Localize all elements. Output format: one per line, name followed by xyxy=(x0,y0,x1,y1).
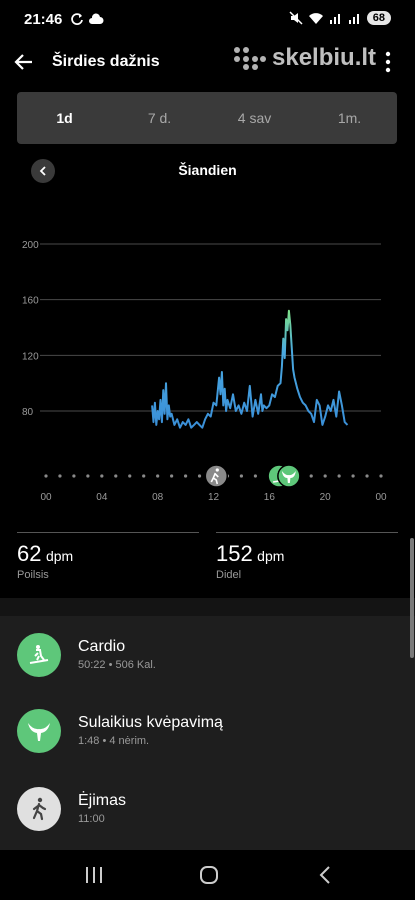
axis-dot xyxy=(114,474,118,478)
axis-dot xyxy=(197,474,202,478)
stat-rest: 62 dpm Poilsis xyxy=(17,532,199,581)
x-tick-label: 08 xyxy=(152,492,164,503)
axis-dot xyxy=(253,474,257,478)
activity-title: Cardio xyxy=(78,638,126,655)
stat-max-unit: dpm xyxy=(257,548,285,564)
back-nav-icon[interactable] xyxy=(314,864,338,886)
stat-max: 152 dpm Didel xyxy=(216,532,398,581)
y-tick-label: 200 xyxy=(22,240,39,251)
axis-dot xyxy=(156,474,160,478)
x-tick-label: 00 xyxy=(40,492,52,503)
watermark: skelbiu.lt xyxy=(232,44,376,72)
stat-rest-value: 62 xyxy=(17,541,42,566)
activity-item-breath-hold[interactable]: Sulaikius kvėpavimą 1:48 • 4 nėrim. xyxy=(0,692,415,770)
status-bar: 21:46 68 xyxy=(0,0,415,40)
x-tick-label: 12 xyxy=(208,492,220,503)
axis-dot xyxy=(72,474,76,478)
axis-dot xyxy=(142,474,146,478)
series-line xyxy=(151,309,349,429)
walk-icon[interactable] xyxy=(204,464,229,488)
battery-badge: 68 xyxy=(366,11,391,25)
stat-rest-label: Poilsis xyxy=(17,569,49,581)
x-tick-label: 16 xyxy=(264,492,276,503)
tab-7d[interactable]: 7 d. xyxy=(112,110,207,126)
x-tick-label: 20 xyxy=(320,492,332,503)
heart-rate-chart: 200 160 120 80 00 04 08 12 16 20 00 xyxy=(22,240,387,503)
axis-dot xyxy=(365,474,369,478)
stat-rest-unit: dpm xyxy=(45,548,74,564)
whale-tail-glyph xyxy=(28,723,50,741)
page-title: Širdies dažnis xyxy=(52,53,160,70)
y-tick-label: 160 xyxy=(22,296,39,307)
day-navigation: Šiandien xyxy=(0,156,415,186)
activity-title: Sulaikius kvėpavimą xyxy=(78,714,223,731)
x-tick-label: 00 xyxy=(375,492,387,503)
axis-dot xyxy=(337,474,341,478)
heart-rate-stats: 62 dpm Poilsis 152 dpm Didel xyxy=(0,532,415,587)
sync-icon xyxy=(71,13,83,25)
signal-icon xyxy=(329,14,340,24)
axis-dot xyxy=(309,474,313,478)
recent-apps-icon[interactable] xyxy=(82,864,106,886)
home-icon[interactable] xyxy=(197,864,221,886)
watermark-dots-icon xyxy=(234,47,266,70)
tab-4w[interactable]: 4 sav xyxy=(207,110,302,126)
activity-subtitle: 1:48 • 4 nėrim. xyxy=(78,735,150,747)
axis-dot xyxy=(239,474,244,478)
treadmill-glyph xyxy=(29,645,49,664)
axis-dot xyxy=(183,474,188,478)
mute-icon xyxy=(289,11,303,25)
activity-title: Ėjimas xyxy=(78,792,127,809)
y-tick-label: 120 xyxy=(22,351,39,362)
activity-item-walking[interactable]: Ėjimas 11:00 xyxy=(0,770,415,848)
whale-tail-icon[interactable] xyxy=(277,464,301,488)
whale-tail-icon xyxy=(17,709,61,753)
axis-dot xyxy=(170,474,174,478)
section-divider xyxy=(0,598,415,616)
day-label: Šiandien xyxy=(178,162,237,178)
axis-dot xyxy=(58,474,62,478)
axis-dot xyxy=(351,474,355,478)
tab-1m[interactable]: 1m. xyxy=(302,110,397,126)
status-left-icons xyxy=(70,12,104,26)
activity-subtitle: 50:22 • 506 Kal. xyxy=(78,659,156,671)
activity-subtitle: 11:00 xyxy=(78,813,105,825)
axis-dot xyxy=(379,474,383,478)
axis-dot xyxy=(323,474,327,478)
back-arrow-icon[interactable] xyxy=(12,50,36,74)
more-options-icon[interactable] xyxy=(385,50,391,74)
wifi-icon xyxy=(308,12,323,24)
watermark-text: skelbiu.lt xyxy=(272,44,377,71)
system-nav-bar xyxy=(0,850,415,900)
axis-dot xyxy=(128,474,132,478)
signal-icon-2 xyxy=(348,14,359,24)
walk-icon xyxy=(17,787,61,831)
tab-1d[interactable]: 1d xyxy=(17,110,112,126)
app-header: Širdies dažnis skelbiu.lt xyxy=(0,42,415,82)
activity-item-cardio[interactable]: Cardio 50:22 • 506 Kal. xyxy=(0,616,415,694)
cloud-icon xyxy=(89,13,104,24)
walk-glyph xyxy=(32,797,47,821)
axis-dot xyxy=(44,474,48,478)
stat-max-label: Didel xyxy=(216,569,242,581)
stat-max-value: 152 xyxy=(216,541,253,566)
x-tick-label: 04 xyxy=(96,492,108,503)
period-tabs: 1d 7 d. 4 sav 1m. xyxy=(17,92,397,144)
status-right-icons: 68 xyxy=(289,11,391,25)
scrollbar[interactable] xyxy=(410,538,414,658)
status-time: 21:46 xyxy=(24,11,63,28)
y-tick-label: 80 xyxy=(22,407,34,418)
axis-dot xyxy=(86,474,90,478)
treadmill-icon xyxy=(17,633,61,677)
axis-dot xyxy=(100,474,104,478)
